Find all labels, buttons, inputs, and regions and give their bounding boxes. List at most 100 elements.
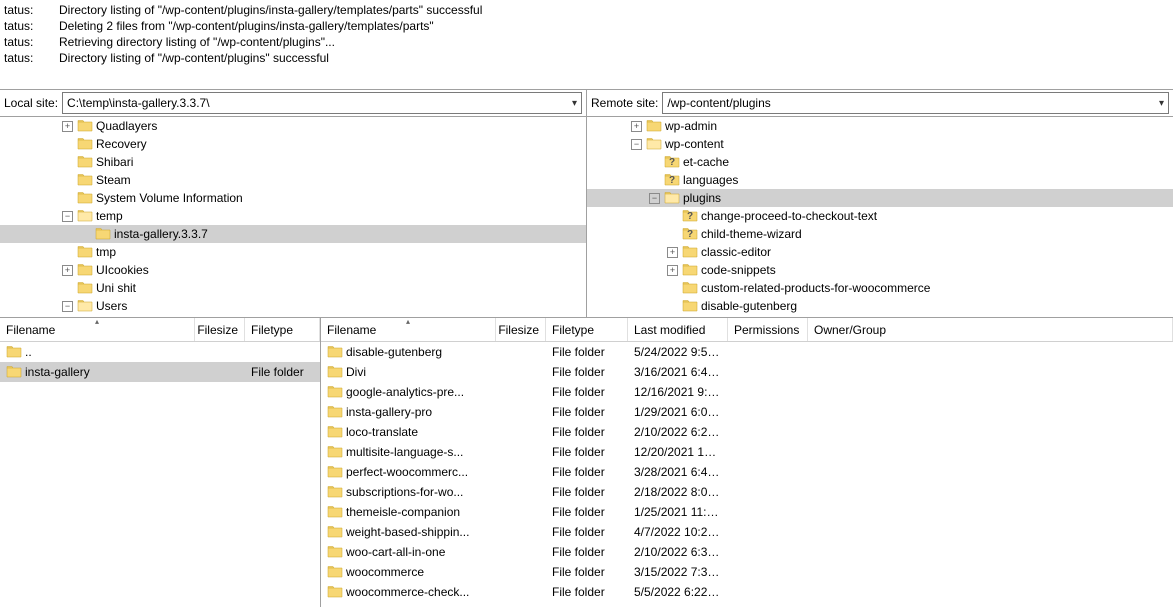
file-type: File folder [546,565,628,579]
tree-item[interactable]: System Volume Information [0,189,586,207]
tree-item[interactable]: ? et-cache [587,153,1173,171]
status-label: tatus: [4,19,59,33]
col-filesize[interactable]: Filesize [195,318,245,341]
tree-item[interactable]: Uni shit [0,279,586,297]
expand-icon[interactable]: + [62,265,73,276]
list-item[interactable]: disable-gutenberg File folder 5/24/2022 … [321,342,1173,362]
tree-item[interactable]: tmp [0,243,586,261]
tree-item[interactable]: Shibari [0,153,586,171]
file-modified: 5/24/2022 9:53:... [628,345,728,359]
list-item[interactable]: weight-based-shippin... File folder 4/7/… [321,522,1173,542]
folder-icon [327,444,343,460]
list-item[interactable]: insta-gallery-pro File folder 1/29/2021 … [321,402,1173,422]
list-item[interactable]: loco-translate File folder 2/10/2022 6:2… [321,422,1173,442]
tree-item-label: Uni shit [96,281,136,295]
collapse-icon[interactable]: − [631,139,642,150]
list-item[interactable]: subscriptions-for-wo... File folder 2/18… [321,482,1173,502]
file-type: File folder [245,365,320,379]
col-filetype[interactable]: Filetype [245,318,320,341]
collapse-icon[interactable]: − [649,193,660,204]
file-name: insta-gallery [25,365,90,379]
col-filename[interactable]: Filename [0,318,195,341]
collapse-icon[interactable]: − [62,211,73,222]
svg-text:?: ? [687,229,693,240]
folder-icon [682,244,698,260]
file-type: File folder [546,425,628,439]
list-item[interactable]: Divi File folder 3/16/2021 6:49:... [321,362,1173,382]
local-tree[interactable]: + Quadlayers Recovery Shibari Steam Syst… [0,117,586,317]
list-item[interactable]: .. [0,342,320,362]
tree-item-label: et-cache [683,155,729,169]
file-modified: 3/16/2021 6:49:... [628,365,728,379]
local-site-label: Local site: [4,96,58,110]
list-item[interactable]: google-analytics-pre... File folder 12/1… [321,382,1173,402]
local-list-header[interactable]: Filename Filesize Filetype [0,318,320,342]
tree-item[interactable]: + classic-editor [587,243,1173,261]
tree-item[interactable]: Steam [0,171,586,189]
remote-path-value: /wp-content/plugins [667,96,1155,110]
list-item[interactable]: multisite-language-s... File folder 12/2… [321,442,1173,462]
col-owner-group[interactable]: Owner/Group [808,318,1173,341]
file-modified: 2/10/2022 6:35:... [628,545,728,559]
expand-icon[interactable]: + [631,121,642,132]
file-type: File folder [546,385,628,399]
tree-item[interactable]: ? languages [587,171,1173,189]
tree-item[interactable]: + code-snippets [587,261,1173,279]
file-modified: 5/5/2022 6:22:1... [628,585,728,599]
folder-icon [6,344,22,360]
list-item[interactable]: woocommerce-check... File folder 5/5/202… [321,582,1173,602]
tree-item[interactable]: Recovery [0,135,586,153]
list-item[interactable]: perfect-woocommerc... File folder 3/28/2… [321,462,1173,482]
local-path-combo[interactable]: C:\temp\insta-gallery.3.3.7\ ▾ [62,92,582,114]
tree-item[interactable]: − temp [0,207,586,225]
expand-icon[interactable]: + [667,265,678,276]
tree-item[interactable]: disable-gutenberg [587,297,1173,315]
tree-item[interactable]: + Quadlayers [0,117,586,135]
list-item[interactable]: themeisle-companion File folder 1/25/202… [321,502,1173,522]
tree-item[interactable]: + UIcookies [0,261,586,279]
tree-item-label: plugins [683,191,721,205]
tree-item-label: insta-gallery.3.3.7 [114,227,208,241]
list-item[interactable]: insta-gallery File folder [0,362,320,382]
remote-path-combo[interactable]: /wp-content/plugins ▾ [662,92,1169,114]
tree-item[interactable]: − plugins [587,189,1173,207]
status-log[interactable]: tatus: Directory listing of "/wp-content… [0,0,1173,90]
list-item[interactable]: woocommerce File folder 3/15/2022 7:33:.… [321,562,1173,582]
remote-list-header[interactable]: Filename Filesize Filetype Last modified… [321,318,1173,342]
col-filename[interactable]: Filename [321,318,496,341]
local-list-body[interactable]: .. insta-gallery File folder [0,342,320,607]
status-message: Directory listing of "/wp-content/plugin… [59,3,1169,17]
expand-icon[interactable]: + [667,247,678,258]
tree-item[interactable]: − wp-content [587,135,1173,153]
col-filetype[interactable]: Filetype [546,318,628,341]
list-item[interactable]: woo-cart-all-in-one File folder 2/10/202… [321,542,1173,562]
col-filesize[interactable]: Filesize [496,318,546,341]
tree-item[interactable]: − Users [0,297,586,315]
svg-text:?: ? [669,157,675,168]
tree-item-label: child-theme-wizard [701,227,802,241]
col-permissions[interactable]: Permissions [728,318,808,341]
tree-item[interactable]: custom-related-products-for-woocommerce [587,279,1173,297]
tree-item[interactable]: + wp-admin [587,117,1173,135]
remote-site-header: Remote site: /wp-content/plugins ▾ [587,90,1173,117]
tree-item[interactable]: insta-gallery.3.3.7 [0,225,586,243]
remote-file-list: Filename Filesize Filetype Last modified… [321,318,1173,607]
collapse-icon[interactable]: − [62,301,73,312]
expand-icon[interactable]: + [62,121,73,132]
folder-q-icon: ? [664,172,680,188]
file-type: File folder [546,365,628,379]
folder-icon [77,118,93,134]
folder-icon [327,384,343,400]
local-pane: Local site: C:\temp\insta-gallery.3.3.7\… [0,90,587,317]
col-last-modified[interactable]: Last modified [628,318,728,341]
sites-row: Local site: C:\temp\insta-gallery.3.3.7\… [0,90,1173,318]
tree-item[interactable]: ? change-proceed-to-checkout-text [587,207,1173,225]
folder-icon [327,344,343,360]
tree-item-label: UIcookies [96,263,149,277]
expander-placeholder [667,229,678,240]
remote-tree[interactable]: + wp-admin − wp-content ? et-cache ? lan… [587,117,1173,317]
tree-item[interactable]: ? child-theme-wizard [587,225,1173,243]
local-site-header: Local site: C:\temp\insta-gallery.3.3.7\… [0,90,586,117]
svg-text:?: ? [669,175,675,186]
remote-list-body[interactable]: disable-gutenberg File folder 5/24/2022 … [321,342,1173,607]
